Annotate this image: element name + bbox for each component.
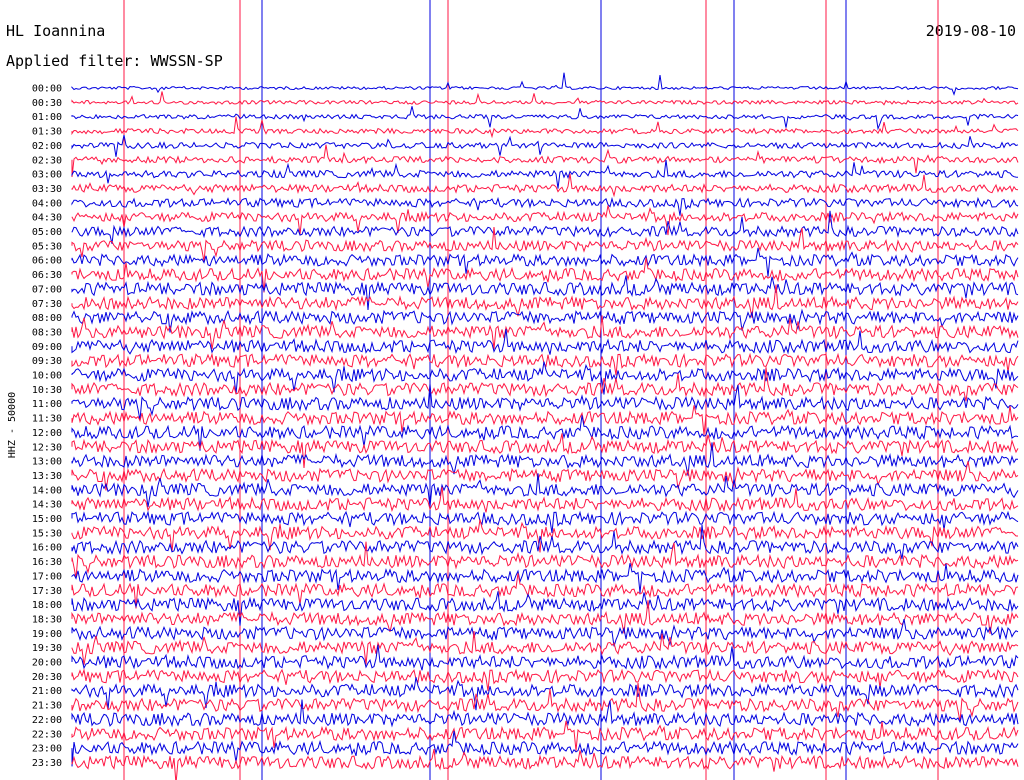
time-label: 16:30 <box>32 557 62 568</box>
time-label: 06:00 <box>32 256 62 267</box>
time-label: 11:00 <box>32 399 62 410</box>
trace-row-2000 <box>71 644 1019 671</box>
time-label: 23:00 <box>32 744 62 755</box>
trace-row-0330 <box>71 173 1019 198</box>
trace-row-0200 <box>71 134 1019 157</box>
trace-row-0100 <box>71 106 1019 131</box>
time-label: 16:00 <box>32 543 62 554</box>
time-label: 01:30 <box>32 127 62 138</box>
time-label: 04:00 <box>32 198 62 209</box>
time-label: 18:30 <box>32 614 62 625</box>
station-title: HL Ioannina <box>6 22 105 40</box>
time-label: 18:00 <box>32 600 62 611</box>
channel-label: HHZ - 50000 <box>7 392 18 458</box>
time-label: 02:30 <box>32 155 62 166</box>
time-label: 19:00 <box>32 629 62 640</box>
trace-row-0400 <box>71 196 1019 216</box>
time-label: 11:30 <box>32 414 62 425</box>
time-label: 22:00 <box>32 715 62 726</box>
time-label: 07:00 <box>32 284 62 295</box>
time-label: 17:30 <box>32 586 62 597</box>
time-label: 06:30 <box>32 270 62 281</box>
time-label: 17:00 <box>32 571 62 582</box>
trace-row-2230 <box>71 720 1019 751</box>
trace-row-1030 <box>71 367 1019 402</box>
trace-layer <box>71 0 1019 780</box>
trace-row-1230 <box>71 433 1019 468</box>
time-label: 14:30 <box>32 500 62 511</box>
filter-label: Applied filter: WWSSN-SP <box>6 52 223 70</box>
trace-row-0800 <box>71 308 1019 333</box>
time-label: 12:30 <box>32 442 62 453</box>
time-label: 20:30 <box>32 672 62 683</box>
time-label: 03:30 <box>32 184 62 195</box>
time-label: 03:00 <box>32 170 62 181</box>
trace-row-0030 <box>71 91 1019 106</box>
trace-row-0600 <box>71 247 1019 277</box>
time-label: 01:00 <box>32 112 62 123</box>
helicorder-plot: HL Ioannina 2019-08-10 Applied filter: W… <box>6 0 1019 780</box>
time-label: 12:00 <box>32 428 62 439</box>
trace-row-0730 <box>71 284 1019 318</box>
time-label: 02:00 <box>32 141 62 152</box>
time-label: 08:00 <box>32 313 62 324</box>
trace-row-0300 <box>71 159 1019 189</box>
trace-row-0900 <box>71 329 1019 355</box>
record-date: 2019-08-10 <box>926 22 1016 40</box>
trace-row-2330 <box>71 748 1019 780</box>
time-label: 05:30 <box>32 241 62 252</box>
time-label: 19:30 <box>32 643 62 654</box>
time-label: 21:00 <box>32 686 62 697</box>
time-label: 05:00 <box>32 227 62 238</box>
time-label-layer: 00:00 00:30 01:00 01:30 02:00 02:30 03:00 03:30… <box>32 84 62 769</box>
time-label: 00:30 <box>32 98 62 109</box>
time-label: 09:30 <box>32 356 62 367</box>
trace-row-2130 <box>71 682 1019 722</box>
time-label: 14:00 <box>32 485 62 496</box>
time-label: 13:00 <box>32 457 62 468</box>
time-label: 10:30 <box>32 385 62 396</box>
trace-row-0130 <box>71 116 1019 139</box>
trace-row-0000 <box>71 72 1019 96</box>
time-label: 10:00 <box>32 371 62 382</box>
time-label: 22:30 <box>32 729 62 740</box>
trace-row-0700 <box>71 275 1019 311</box>
time-label: 13:30 <box>32 471 62 482</box>
time-label: 09:00 <box>32 342 62 353</box>
time-label: 00:00 <box>32 84 62 95</box>
time-label: 07:30 <box>32 299 62 310</box>
time-label: 21:30 <box>32 701 62 712</box>
time-label: 15:00 <box>32 514 62 525</box>
time-label: 15:30 <box>32 528 62 539</box>
time-label: 20:00 <box>32 658 62 669</box>
time-label: 23:30 <box>32 758 62 769</box>
time-label: 08:30 <box>32 327 62 338</box>
time-label: 04:30 <box>32 213 62 224</box>
